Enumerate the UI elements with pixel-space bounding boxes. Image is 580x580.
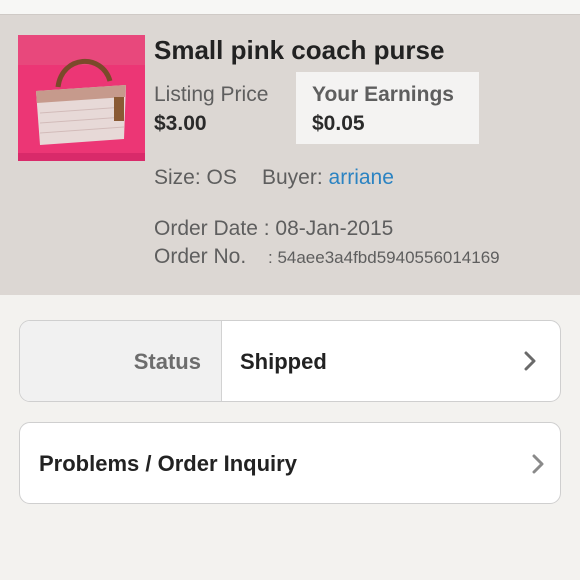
listing-price-value: $3.00 <box>154 112 207 135</box>
buyer-link[interactable]: arriane <box>329 166 394 189</box>
problems-order-inquiry-row[interactable]: Problems / Order Inquiry <box>19 422 561 504</box>
size-label: Size: <box>154 166 201 189</box>
buyer-label: Buyer: <box>262 166 323 189</box>
order-date: Order Date : 08-Jan-2015 <box>154 217 393 241</box>
earnings-box: Your Earnings $0.05 <box>296 72 479 144</box>
order-number-value: : 54aee3a4fbd5940556014169 <box>268 248 500 267</box>
purse-image <box>18 35 145 161</box>
buyer-info: Buyer: arriane <box>262 166 394 190</box>
listing-title: Small pink coach purse <box>154 35 445 65</box>
listing-price-label: Listing Price <box>154 83 269 106</box>
size-value: OS <box>206 166 237 189</box>
earnings-label: Your Earnings <box>312 83 454 106</box>
order-number-label: Order No. <box>154 245 247 268</box>
earnings-value: $0.05 <box>312 112 365 135</box>
chevron-right-icon <box>532 454 544 474</box>
status-label-cell: Status <box>20 321 222 401</box>
order-date-label: Order Date : <box>154 217 270 240</box>
product-thumbnail[interactable] <box>18 35 145 161</box>
status-row[interactable]: Status Shipped <box>19 320 561 402</box>
top-bar <box>0 0 580 15</box>
size-info: Size: OS <box>154 166 237 190</box>
status-value: Shipped <box>240 349 327 374</box>
status-label: Status <box>133 349 201 374</box>
chevron-right-icon <box>524 351 536 371</box>
order-date-value: 08-Jan-2015 <box>275 217 394 240</box>
order-summary-panel: Small pink coach purse Listing Price $3.… <box>0 15 580 295</box>
problems-label: Problems / Order Inquiry <box>39 451 297 476</box>
